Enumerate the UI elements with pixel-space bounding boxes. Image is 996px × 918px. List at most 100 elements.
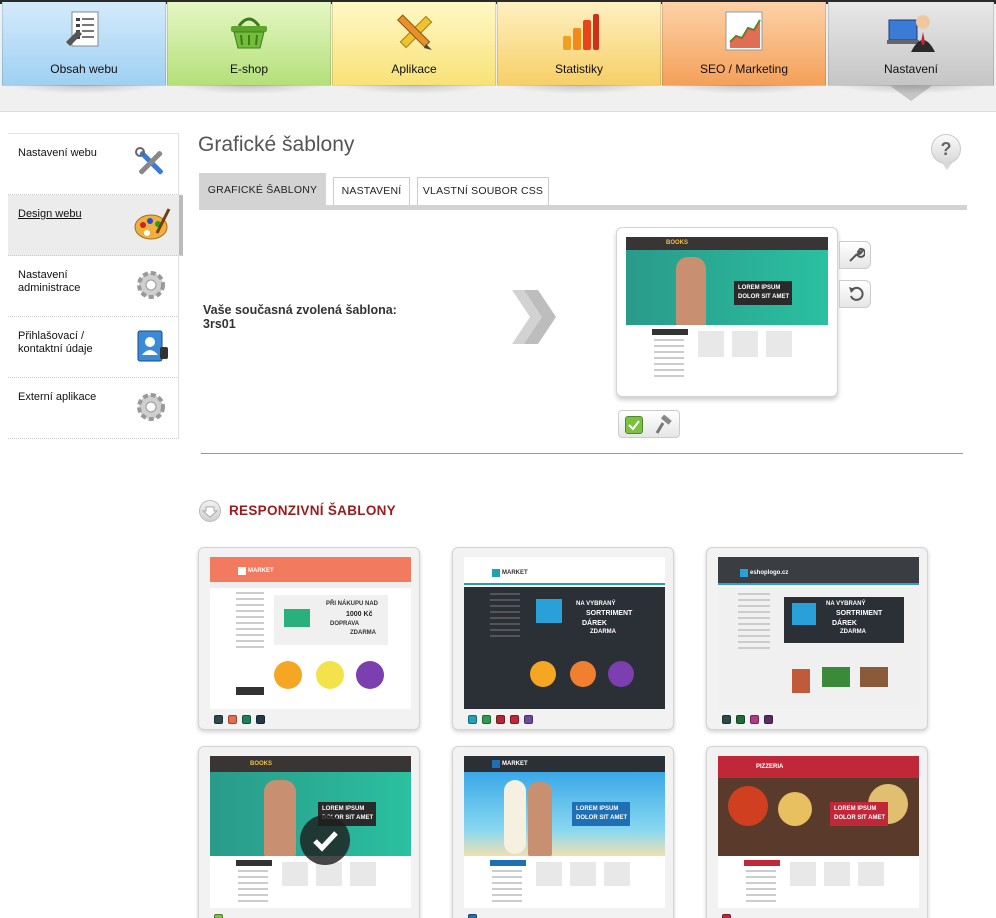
color-swatch[interactable] xyxy=(750,715,759,724)
sidebar-item-label: Nastavení webu xyxy=(18,147,97,159)
nav-tab-statistiky[interactable]: Statistiky xyxy=(497,2,661,94)
mock-hero xyxy=(464,772,665,856)
color-swatch[interactable] xyxy=(496,715,505,724)
sidebar-item-externi-aplikace[interactable]: Externí aplikace xyxy=(8,378,179,439)
mock-menu-lines xyxy=(654,339,684,381)
nav-tab-label: Obsah webu xyxy=(50,62,118,76)
template-card-market-beach[interactable]: MARKET LOREM IPSUM DOLOR SIT AMET xyxy=(452,746,674,918)
wrench-icon xyxy=(849,247,865,262)
tab-vlastni-soubor-css[interactable]: VLASTNÍ SOUBOR CSS xyxy=(417,177,549,205)
apply-check-button[interactable] xyxy=(625,416,643,434)
active-tab-pointer xyxy=(889,85,933,101)
mock-gift xyxy=(792,603,816,625)
mock-product xyxy=(350,862,376,886)
mock-product xyxy=(316,862,342,886)
mock-assort-3: DÁREK xyxy=(582,620,607,627)
bar-chart-icon xyxy=(563,14,599,50)
tab-graficke-sablony[interactable]: GRAFICKÉ ŠABLONY xyxy=(199,173,326,205)
hammer-icon[interactable] xyxy=(653,415,675,435)
mock-gift xyxy=(536,599,562,623)
mock-pasta xyxy=(778,792,812,826)
color-swatch[interactable] xyxy=(524,715,533,724)
mock-lorem-1: LOREM IPSUM xyxy=(738,285,781,291)
section-divider xyxy=(201,453,963,454)
nav-tab-e-shop[interactable]: E-shop xyxy=(167,2,331,94)
mock-header xyxy=(718,557,919,585)
color-swatch[interactable] xyxy=(228,715,237,724)
sidebar-item-prihlasovaci-udaje[interactable]: Přihlašovací / kontaktní údaje xyxy=(8,317,179,378)
gear-icon xyxy=(137,393,165,421)
template-card-eshoplogo[interactable]: eshoplogo.cz NA VYBRANÝ SORTRIMENT DÁREK… xyxy=(706,547,928,730)
color-swatches xyxy=(722,914,736,918)
sidebar-item-label: Design webu xyxy=(18,208,82,220)
mock-lorem-1: LOREM IPSUM xyxy=(322,806,365,812)
color-swatch[interactable] xyxy=(242,715,251,724)
template-screenshot: eshoplogo.cz NA VYBRANÝ SORTRIMENT DÁREK… xyxy=(718,557,919,709)
mock-product xyxy=(530,661,556,687)
color-swatch[interactable] xyxy=(764,715,773,724)
template-card-market-dark[interactable]: MARKET NA VYBRANÝ SORTRIMENT DÁREK ZDARM… xyxy=(452,547,674,730)
mock-logo-box xyxy=(492,760,500,768)
nav-tab-nastaveni[interactable]: Nastavení xyxy=(828,2,994,101)
mock-logo-text: MARKET xyxy=(502,761,528,767)
template-card-market-orange[interactable]: MARKET PŘI NÁKUPU NAD 1000 Kč DOPRAVA ZD… xyxy=(198,547,420,730)
color-swatch[interactable] xyxy=(468,914,477,918)
template-card-pizzeria[interactable]: PIZZERIA LOREM IPSUM DOLOR SIT AMET xyxy=(706,746,928,918)
sidebar-item-design-webu[interactable]: Design webu xyxy=(8,195,183,256)
mock-logo-box xyxy=(740,569,748,577)
current-template-info: Vaše současná zvolená šablona: 3rs01 xyxy=(203,303,397,331)
mock-search xyxy=(236,687,264,695)
mock-product xyxy=(790,862,816,886)
color-swatch[interactable] xyxy=(722,914,731,918)
template-card-books[interactable]: BOOKS LOREM IPSUM DOLOR SIT AMET xyxy=(198,746,420,918)
color-swatches xyxy=(468,715,538,725)
template-screenshot: MARKET NA VYBRANÝ SORTRIMENT DÁREK ZDARM… xyxy=(464,557,665,709)
nav-tab-obsah-webu[interactable]: Obsah webu xyxy=(2,2,166,94)
mock-menu-lines xyxy=(738,593,770,653)
mock-hero-person xyxy=(528,782,552,856)
current-template-preview[interactable]: BOOKS LOREM IPSUM DOLOR SIT AMET xyxy=(616,227,838,397)
selected-check-icon xyxy=(300,815,350,865)
mock-hero-person xyxy=(676,257,706,325)
nav-tab-label: Statistiky xyxy=(554,62,603,76)
color-swatches xyxy=(468,914,482,918)
nav-tab-label: E-shop xyxy=(229,62,269,76)
reset-template-button[interactable] xyxy=(839,280,871,308)
mock-menu-lines xyxy=(490,593,520,641)
arrow-down-circle-icon xyxy=(199,500,221,522)
help-button[interactable]: ? xyxy=(931,134,961,170)
color-swatches xyxy=(722,715,778,725)
mock-lorem-2: DOLOR SIT AMET xyxy=(738,294,790,300)
mock-product xyxy=(282,862,308,886)
mock-product xyxy=(316,661,344,689)
mock-product xyxy=(274,661,302,689)
mock-logo-text: eshoplogo.cz xyxy=(750,570,789,576)
color-swatch[interactable] xyxy=(256,715,265,724)
color-swatch[interactable] xyxy=(736,715,745,724)
sidebar-item-nastaveni-webu[interactable]: Nastavení webu xyxy=(8,134,179,195)
undo-icon xyxy=(849,286,864,301)
color-swatch[interactable] xyxy=(722,715,731,724)
nav-tab-aplikace[interactable]: Aplikace xyxy=(332,2,496,94)
color-swatch[interactable] xyxy=(468,715,477,724)
color-swatch[interactable] xyxy=(214,914,223,918)
nav-tab-seo-marketing[interactable]: SEO / Marketing xyxy=(662,2,826,94)
color-swatch[interactable] xyxy=(510,715,519,724)
tab-nastaveni[interactable]: NASTAVENÍ xyxy=(333,177,410,205)
color-swatch[interactable] xyxy=(214,715,223,724)
mock-logo-text: BOOKS xyxy=(666,240,689,246)
mock-tomatoes xyxy=(728,786,768,826)
mock-product xyxy=(766,331,792,357)
template-screenshot: BOOKS LOREM IPSUM DOLOR SIT AMET xyxy=(210,756,411,908)
edit-template-button[interactable] xyxy=(839,241,871,269)
color-swatch[interactable] xyxy=(482,715,491,724)
mock-header xyxy=(718,756,919,778)
mock-hero-person xyxy=(264,780,296,856)
sidebar-item-nastaveni-administrace[interactable]: Nastavení administrace xyxy=(8,256,179,317)
mock-assort-1: NA VYBRANÝ xyxy=(826,601,866,607)
mock-product xyxy=(824,862,850,886)
settings-sidebar: Nastavení webu Design webu Nastavení adm… xyxy=(8,133,183,439)
mock-product xyxy=(858,862,884,886)
color-swatches xyxy=(214,914,228,918)
template-action-bar xyxy=(618,410,680,438)
